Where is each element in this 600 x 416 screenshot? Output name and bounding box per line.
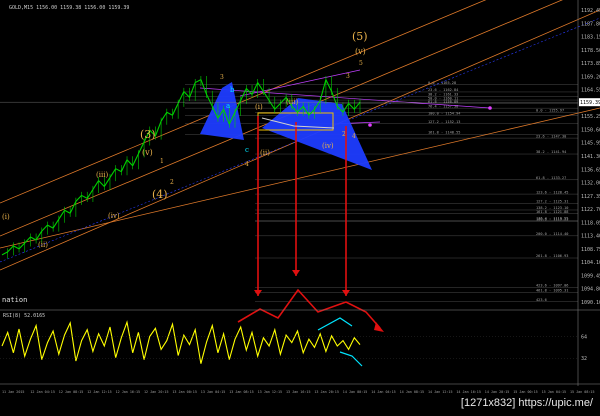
price-tick-label: 1155.25: [581, 114, 600, 120]
time-tick-label: 12 Jan 16:15: [116, 390, 141, 394]
time-tick-label: 15 Jan 00:15: [513, 390, 538, 394]
time-axis: 11 Jan 2015 12 Jan 04:15 12 Jan 08:15 12 Ja…: [2, 390, 595, 394]
price-chart[interactable]: 0.0 - 1165.2823.6 - 1162.8438.2 - 1161.3…: [0, 0, 600, 412]
wave-label: (v): [142, 148, 153, 157]
trend-marker: [368, 123, 372, 127]
fib-level-label: 161.8 - 1121.88: [536, 210, 568, 214]
rsi-tick-label: 64: [581, 334, 587, 340]
wave-label: c: [245, 146, 249, 154]
wave-label: 3: [346, 73, 350, 80]
price-tick-label: 1127.35: [581, 194, 600, 200]
price-tick-label: 1090.10: [581, 300, 600, 306]
wave-label: (3): [140, 128, 156, 141]
time-tick-label: 12 Jan 04:15: [30, 390, 55, 394]
trend-marker: [488, 106, 492, 110]
time-tick-label: 12 Jan 08:15: [59, 390, 84, 394]
wave-label: 3: [220, 74, 224, 81]
fib-level-label: 0.0 - 1155.97: [536, 109, 564, 113]
rsi-label: RSI(8) 52.0165: [3, 313, 45, 319]
price-tick-label: 1173.85: [581, 61, 600, 67]
fib-level-label: 127.2 - 1125.31: [536, 200, 568, 204]
time-tick-label: 13 Jan 08:15: [229, 390, 254, 394]
time-tick-label: 14 Jan 16:15: [456, 390, 481, 394]
fib-level-label: 161.8 - 1148.55: [428, 131, 460, 135]
fib-level-label: 176.4 - 1119.55: [536, 217, 568, 221]
current-price-label: 1159.39: [580, 100, 600, 106]
wave-label: (ii): [260, 149, 270, 157]
time-tick-label: 13 Jan 04:15: [201, 390, 226, 394]
time-tick-label: 15 Jan 08:15: [570, 390, 595, 394]
wave-label: 5: [359, 60, 363, 67]
time-tick-label: 13 Jan 12:15: [258, 390, 283, 394]
wave-label: 2: [170, 179, 174, 186]
price-tick-label: 1187.80: [581, 21, 600, 27]
wave-label: a: [226, 102, 230, 110]
price-tick-label: 1150.60: [581, 127, 600, 133]
fib-level-label: 38.2 - 1141.94: [536, 150, 566, 154]
time-tick-label: 12 Jan 20:15: [144, 390, 169, 394]
price-tick-label: 1183.15: [581, 35, 600, 41]
price-tick-label: 1132.00: [581, 181, 600, 187]
price-tick-label: 1145.95: [581, 141, 600, 147]
price-tick-label: 1113.40: [581, 234, 600, 240]
wave-label: (iv): [322, 142, 334, 150]
wave-label: (i): [2, 213, 10, 221]
time-tick-label: 14 Jan 20:15: [485, 390, 510, 394]
fib-level-label: 461.8 - 1095.31: [536, 289, 568, 293]
wave-label: b: [230, 86, 235, 94]
price-tick-label: 1178.50: [581, 48, 600, 54]
time-tick-label: 13 Jan 16:15: [286, 390, 311, 394]
fib-level-label: 423.6 - 1097.06: [536, 284, 568, 288]
chart-window[interactable]: 0.0 - 1165.28 23.6 - 1162.84 38.2 - 1161.3…: [0, 0, 600, 412]
fib-level-label: 127.2 - 1152.13: [428, 120, 460, 124]
rsi-tick-label: 32: [581, 356, 587, 362]
time-tick-label: 15 Jan 04:15: [542, 390, 567, 394]
fib-level-label: 123.6 - 1128.45: [536, 190, 568, 194]
wave-label: (i): [255, 103, 263, 111]
wave-label: (5): [352, 30, 368, 43]
time-tick-label: 14 Jan 12:15: [428, 390, 453, 394]
wave-label: 4: [352, 133, 356, 140]
price-tick-label: 1136.65: [581, 167, 600, 173]
fib-level-label: 61.8 - 1133.27: [536, 176, 566, 180]
price-tick-label: 1122.70: [581, 207, 600, 213]
price-tick-label: 1118.05: [581, 220, 600, 226]
wave-label: (iii): [96, 171, 108, 179]
wave-label: 1: [160, 158, 164, 165]
price-tick-label: 1164.55: [581, 88, 600, 94]
fib-level-label: 61.8 - 1158.89: [428, 100, 458, 104]
fib-level-label: 23.6 - 1162.84: [428, 88, 458, 92]
wave-label: (iv): [108, 212, 120, 220]
time-tick-label: 13 Jan 00:15: [172, 390, 197, 394]
fib-level-label: 423.6: [536, 298, 547, 302]
fib-level-label: 200.0 - 1114.40: [536, 232, 568, 236]
time-tick-label: 12 Jan 12:15: [87, 390, 112, 394]
time-tick-label: 14 Jan 00:15: [343, 390, 368, 394]
time-tick-label: 14 Jan 04:15: [371, 390, 396, 394]
price-tick-label: 1099.45: [581, 273, 600, 279]
price-tick-label: 1141.30: [581, 154, 600, 160]
watermark-text: [1271x832] https://upic.me/: [457, 396, 596, 410]
time-tick-label: 14 Jan 08:15: [400, 390, 425, 394]
wave-label: (ii): [38, 241, 48, 249]
symbol-header: GOLD,M15 1156.00 1159.38 1156.00 1159.39: [9, 5, 129, 11]
fib-level-label: 23.6 - 1147.30: [536, 134, 566, 138]
left-label-nation: nation: [2, 296, 27, 304]
price-tick-label: 1169.20: [581, 74, 600, 80]
wave-label: (4): [152, 188, 168, 201]
fib-level-label: 261.8 - 1106.93: [536, 254, 568, 258]
price-tick-label: 1192.45: [581, 8, 600, 14]
time-tick-label: 13 Jan 20:15: [314, 390, 339, 394]
price-tick-label: 1104.10: [581, 260, 600, 266]
wave-label: (v): [355, 47, 366, 56]
price-tick-label: 1094.80: [581, 287, 600, 293]
time-tick-label: 11 Jan 2015: [2, 390, 24, 394]
price-tick-label: 1108.75: [581, 247, 600, 253]
wave-label: 4: [245, 161, 249, 168]
